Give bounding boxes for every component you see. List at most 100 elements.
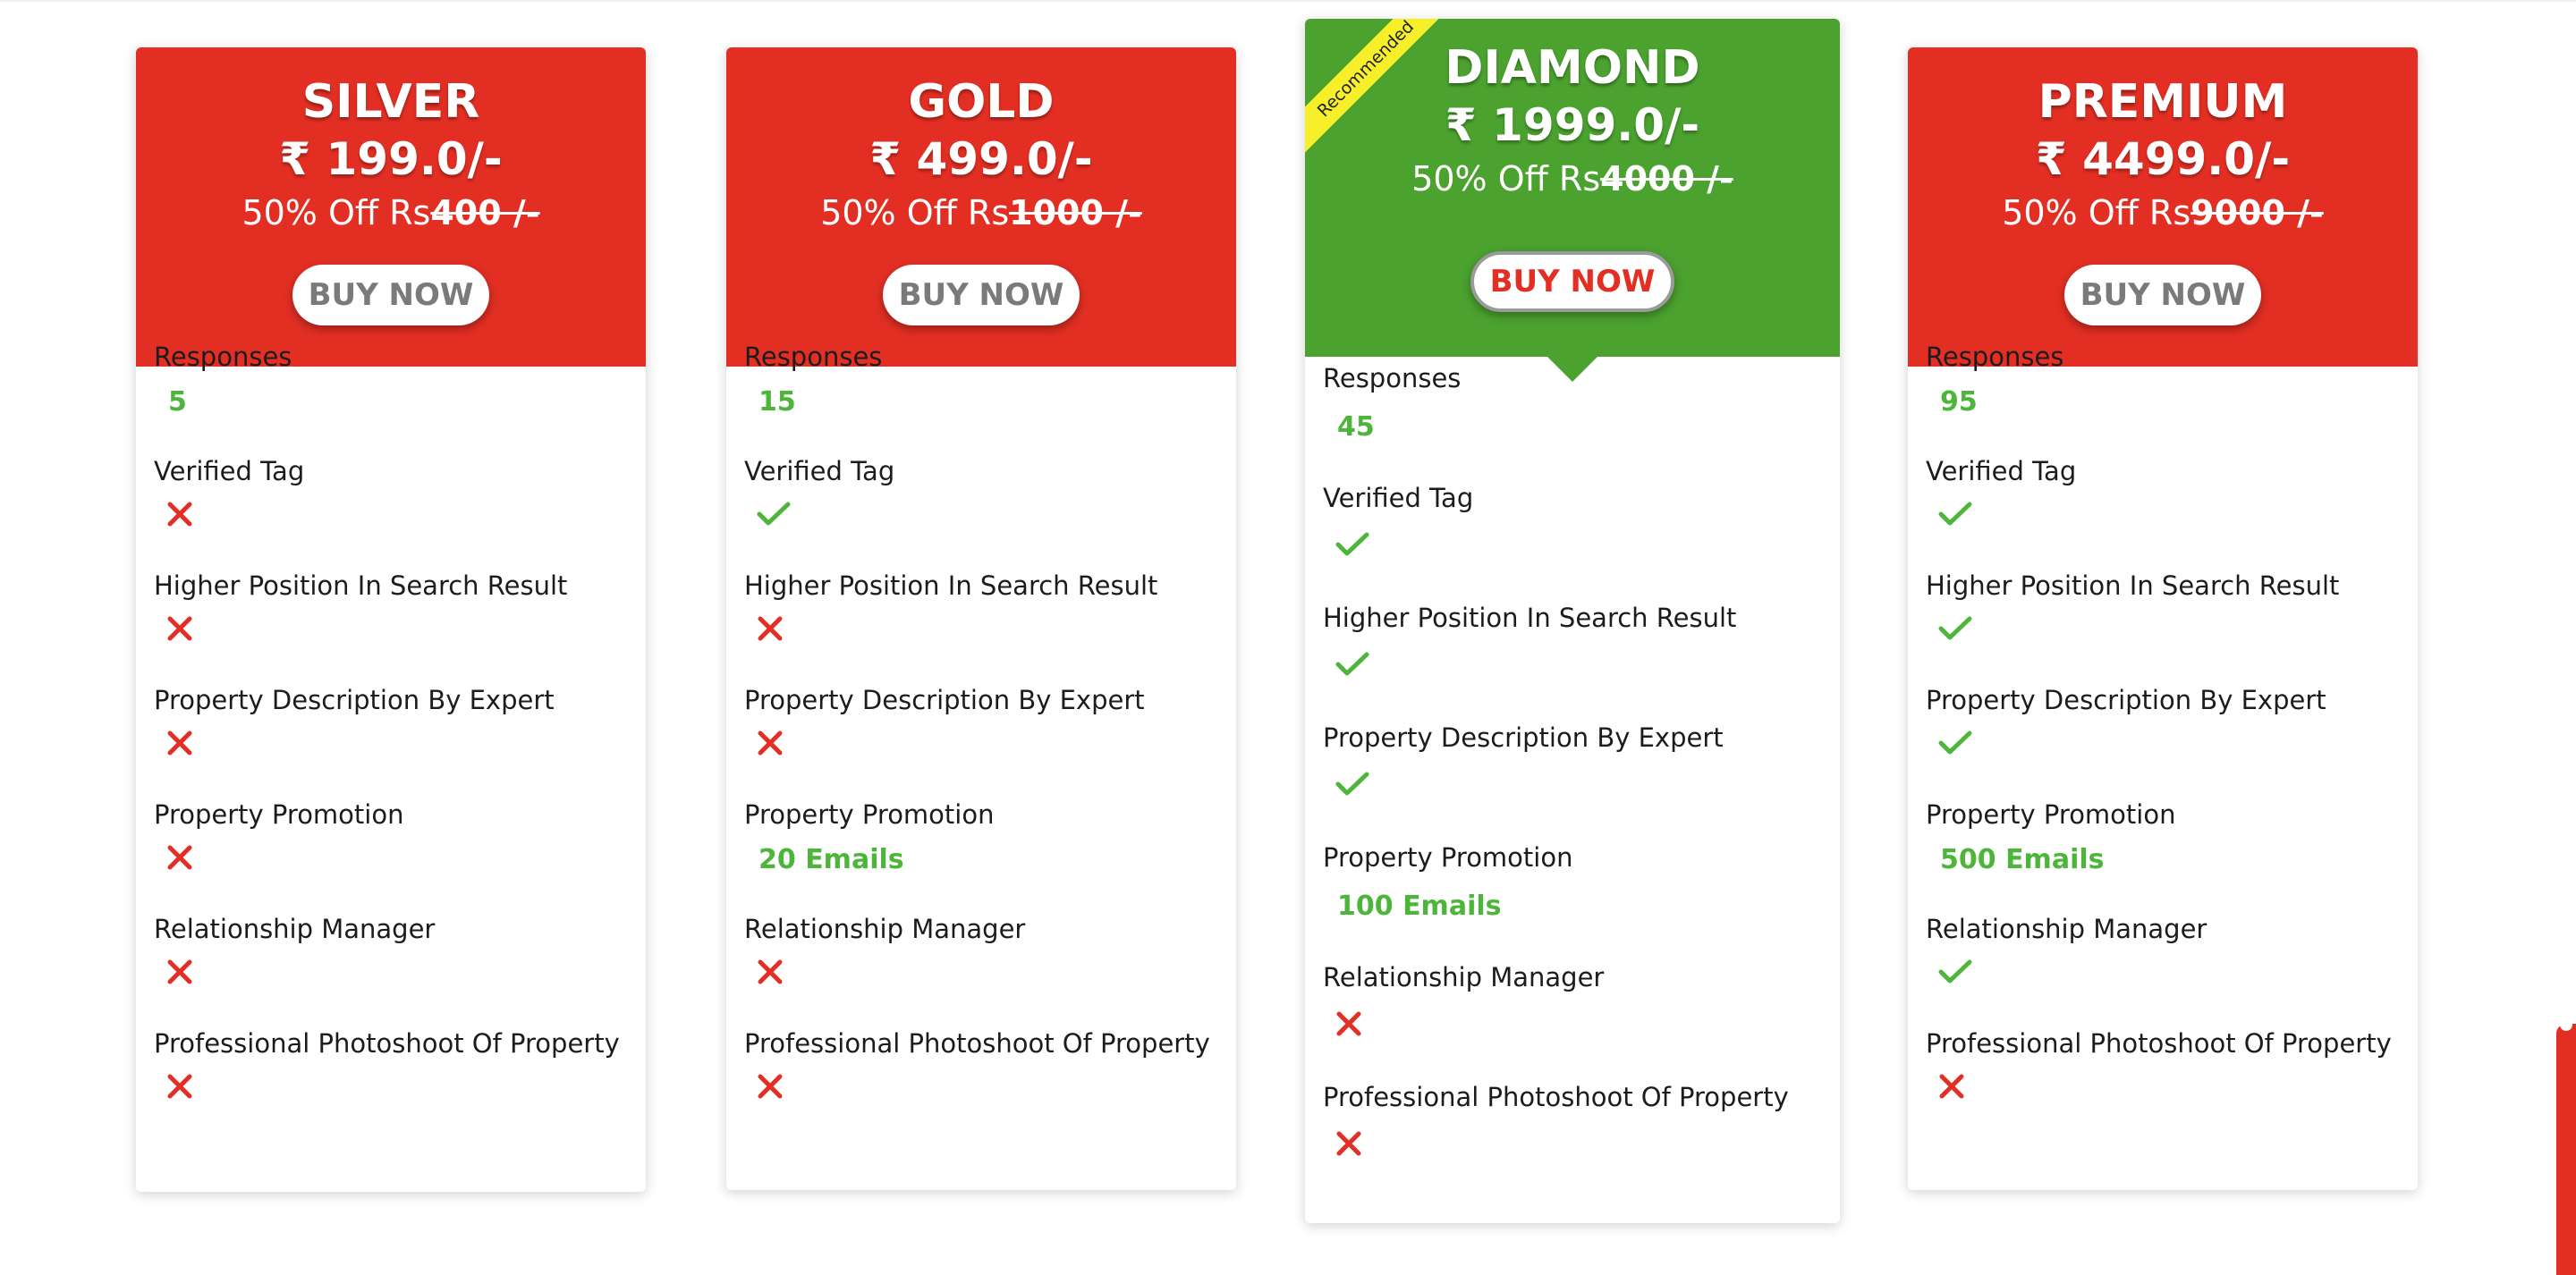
- plan-offer: 50% Off Rs1000 /-: [726, 189, 1236, 237]
- feature-row: Higher Position In Search Result: [1908, 570, 2418, 646]
- feature-label: Property Promotion: [744, 799, 995, 830]
- cross-icon: [154, 501, 193, 528]
- pricing-page: SILVER ₹ 199.0/- 50% Off Rs400 /- BUY NOW Re…: [0, 0, 2576, 1275]
- feature-row: Relationship Manager: [1908, 914, 2418, 989]
- feature-value: 95: [1940, 386, 1978, 418]
- plan-header: Recommended DIAMOND ₹ 1999.0/- 50% Off Rs40…: [1305, 19, 1840, 382]
- check-icon: [1323, 771, 1369, 798]
- cross-icon: [1926, 1073, 1965, 1100]
- feature-label: Professional Photoshoot Of Property: [744, 1028, 1210, 1059]
- feature-row: Property Promotion 20 Emails: [726, 799, 1236, 875]
- feature-label: Responses: [1926, 342, 2064, 372]
- cross-icon: [154, 958, 193, 985]
- plan-offer: 50% Off Rs400 /-: [136, 189, 646, 237]
- feature-row: Verified Tag: [1305, 483, 1840, 562]
- feature-value: 100 Emails: [1337, 891, 1502, 922]
- cross-icon: [744, 615, 784, 642]
- feature-label: Relationship Manager: [1323, 962, 1605, 992]
- buy-now-button[interactable]: BUY NOW: [2063, 265, 2262, 325]
- feature-value: 20 Emails: [758, 844, 904, 875]
- feature-row: Professional Photoshoot Of Property: [1305, 1082, 1840, 1161]
- feature-label: Relationship Manager: [744, 914, 1026, 944]
- feature-row: Responses 45: [1305, 363, 1840, 443]
- buy-now-button[interactable]: BUY NOW: [882, 265, 1080, 325]
- feature-row: Property Description By Expert: [136, 685, 646, 760]
- scroll-to-top-tab[interactable]: [2556, 1018, 2576, 1275]
- feature-row: Higher Position In Search Result: [726, 570, 1236, 646]
- feature-label: Relationship Manager: [154, 914, 436, 944]
- feature-label: Property Description By Expert: [744, 685, 1145, 715]
- feature-row: Property Description By Expert: [1908, 685, 2418, 760]
- plan-header: GOLD ₹ 499.0/- 50% Off Rs1000 /- BUY NOW: [726, 47, 1236, 367]
- plan-header: PREMIUM ₹ 4499.0/- 50% Off Rs9000 /- BUY NO…: [1908, 47, 2418, 367]
- feature-row: Property Promotion 500 Emails: [1908, 799, 2418, 875]
- feature-row: Relationship Manager: [1305, 962, 1840, 1041]
- plan-name: SILVER: [301, 75, 480, 129]
- feature-label: Professional Photoshoot Of Property: [154, 1028, 620, 1059]
- plan-name: PREMIUM: [2038, 75, 2288, 129]
- cross-icon: [154, 615, 193, 642]
- offer-prefix: 50% Off Rs: [2002, 193, 2191, 232]
- plan-name: GOLD: [908, 75, 1055, 129]
- cross-icon: [1323, 1130, 1362, 1157]
- plan-card-premium: PREMIUM ₹ 4499.0/- 50% Off Rs9000 /- BUY NO…: [1908, 47, 2418, 1190]
- plan-price: ₹ 4499.0/-: [2035, 133, 2291, 185]
- feature-row: Property Description By Expert: [1305, 722, 1840, 801]
- plan-card-gold: GOLD ₹ 499.0/- 50% Off Rs1000 /- BUY NOW Res…: [726, 47, 1236, 1190]
- plan-price: ₹ 199.0/-: [279, 133, 503, 185]
- feature-label: Verified Tag: [744, 456, 895, 486]
- plan-card-diamond: Recommended DIAMOND ₹ 1999.0/- 50% Off Rs40…: [1305, 19, 1840, 1223]
- cross-icon: [154, 844, 193, 871]
- feature-label: Responses: [744, 342, 883, 372]
- cross-icon: [744, 730, 784, 756]
- feature-label: Professional Photoshoot Of Property: [1926, 1028, 2392, 1059]
- feature-label: Property Promotion: [154, 799, 404, 830]
- offer-prefix: 50% Off Rs: [820, 193, 1010, 232]
- original-price: 1000 /-: [1009, 193, 1142, 232]
- feature-row: Professional Photoshoot Of Property: [136, 1028, 646, 1103]
- ribbon-label: Recommended: [1305, 19, 1448, 156]
- feature-label: Higher Position In Search Result: [154, 570, 568, 601]
- cross-icon: [744, 1073, 784, 1100]
- cross-icon: [744, 958, 784, 985]
- buy-now-button[interactable]: BUY NOW: [292, 265, 490, 325]
- feature-row: Responses 95: [1908, 342, 2418, 418]
- feature-label: Property Promotion: [1323, 842, 1573, 873]
- feature-row: Relationship Manager: [136, 914, 646, 989]
- feature-row: Verified Tag: [136, 456, 646, 531]
- feature-value: 5: [168, 386, 187, 418]
- feature-label: Property Promotion: [1926, 799, 2176, 830]
- plan-offer: 50% Off Rs9000 /-: [1908, 189, 2418, 237]
- feature-label: Higher Position In Search Result: [1926, 570, 2340, 601]
- original-price: 400 /-: [430, 193, 540, 232]
- feature-row: Relationship Manager: [726, 914, 1236, 989]
- feature-label: Responses: [154, 342, 292, 372]
- check-icon: [1926, 501, 1972, 528]
- feature-row: Higher Position In Search Result: [1305, 603, 1840, 681]
- feature-label: Property Description By Expert: [1926, 685, 2326, 715]
- check-icon: [1926, 615, 1972, 642]
- feature-row: Responses 5: [136, 342, 646, 418]
- check-icon: [1926, 958, 1972, 985]
- check-icon: [1323, 531, 1369, 558]
- feature-row: Property Promotion 100 Emails: [1305, 842, 1840, 922]
- cross-icon: [1323, 1010, 1362, 1037]
- cross-icon: [154, 1073, 193, 1100]
- feature-row: Responses 15: [726, 342, 1236, 418]
- offer-prefix: 50% Off Rs: [242, 193, 431, 232]
- feature-label: Verified Tag: [1926, 456, 2077, 486]
- check-icon: [1926, 730, 1972, 756]
- feature-value: 500 Emails: [1940, 844, 2105, 875]
- plan-price: ₹ 499.0/-: [869, 133, 1093, 185]
- recommended-ribbon: Recommended: [1305, 19, 1448, 162]
- original-price: 4000 /-: [1600, 159, 1733, 198]
- feature-row: Professional Photoshoot Of Property: [1908, 1028, 2418, 1103]
- feature-label: Relationship Manager: [1926, 914, 2207, 944]
- feature-label: Responses: [1323, 363, 1462, 393]
- buy-now-button[interactable]: BUY NOW: [1470, 251, 1675, 312]
- feature-label: Higher Position In Search Result: [744, 570, 1158, 601]
- feature-row: Verified Tag: [1908, 456, 2418, 531]
- feature-value: 15: [758, 386, 796, 418]
- top-divider: [0, 0, 2576, 2]
- feature-row: Higher Position In Search Result: [136, 570, 646, 646]
